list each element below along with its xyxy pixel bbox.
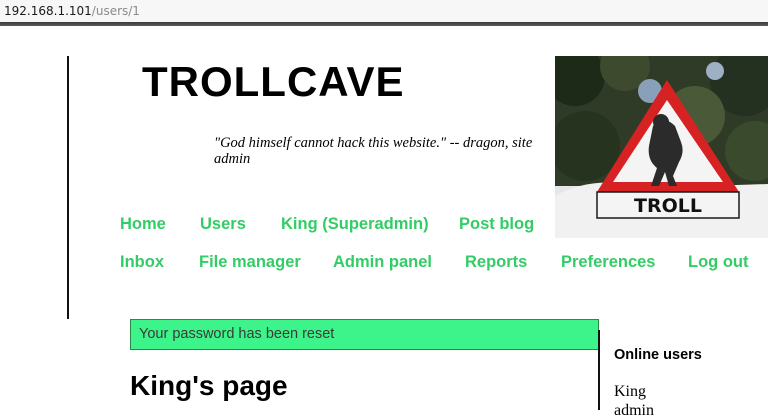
nav-post-blog[interactable]: Post blog: [459, 215, 534, 234]
sidebar-border: [598, 330, 600, 410]
online-users-title: Online users: [614, 347, 702, 363]
nav-reports[interactable]: Reports: [465, 253, 527, 272]
url-host: 192.168.1.101: [4, 4, 92, 18]
sign-label: TROLL: [634, 195, 702, 217]
nav-log-out[interactable]: Log out: [688, 253, 748, 272]
site-tagline: "God himself cannot hack this website." …: [214, 135, 533, 167]
online-user-item[interactable]: admin: [614, 401, 654, 420]
toolbar-divider: [0, 22, 768, 26]
troll-sign-image: TROLL: [555, 56, 768, 238]
nav-users[interactable]: Users: [200, 215, 246, 234]
nav-preferences[interactable]: Preferences: [561, 253, 655, 272]
url-path: /users/1: [91, 4, 140, 18]
nav-admin-panel[interactable]: Admin panel: [333, 253, 432, 272]
nav-king-superadmin[interactable]: King (Superadmin): [281, 215, 429, 234]
nav-inbox[interactable]: Inbox: [120, 253, 164, 272]
flash-message: Your password has been reset: [130, 319, 599, 350]
nav-home[interactable]: Home: [120, 215, 166, 234]
address-bar[interactable]: 192.168.1.101/users/1: [0, 0, 768, 23]
site-title: TROLLCAVE: [142, 58, 405, 105]
header-left-border: [67, 56, 69, 319]
page-title: King's page: [130, 370, 288, 401]
online-user-item[interactable]: King: [614, 382, 654, 401]
online-users-list: King admin: [614, 382, 654, 420]
nav-file-manager[interactable]: File manager: [199, 253, 301, 272]
